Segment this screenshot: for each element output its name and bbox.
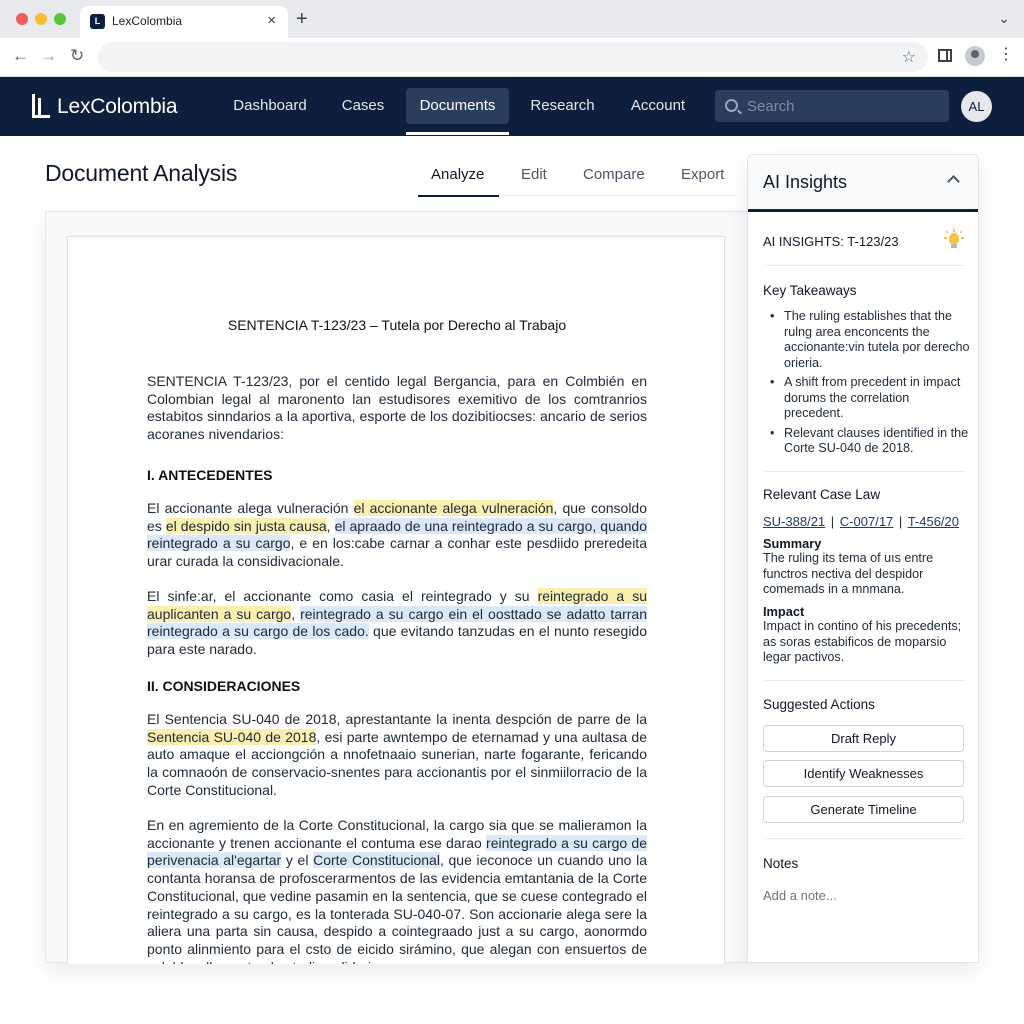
case-link-t-456-20[interactable]: T-456/20 — [908, 514, 959, 529]
panel-header[interactable]: AI Insights — [748, 155, 978, 212]
avatar[interactable]: AL — [961, 91, 992, 122]
browser-toolbar: ← → ↻ ☆ ⋮ — [0, 38, 1024, 77]
nav-dashboard[interactable]: Dashboard — [220, 88, 320, 124]
active-tab-indicator — [418, 195, 499, 197]
document-title: SENTENCIA T-123/23 – Tutela por Derecho … — [227, 317, 567, 333]
chevron-up-icon[interactable] — [947, 175, 960, 188]
nav-account[interactable]: Account — [618, 88, 698, 124]
list-item: Relevant clauses identified in the Corte… — [770, 426, 970, 457]
side-panel-icon[interactable] — [938, 49, 952, 62]
forward-button[interactable]: → — [40, 46, 57, 66]
summary-text: The ruling its tema of uıs entre functro… — [763, 551, 934, 596]
document-intro: SENTENCIA T-123/23, por el centido legal… — [147, 373, 647, 443]
search-box[interactable] — [715, 90, 949, 122]
browser-menu-icon[interactable]: ⋮ — [998, 46, 1014, 64]
address-bar[interactable]: ☆ — [98, 42, 928, 72]
divider — [763, 680, 963, 681]
paragraph-consideraciones-1: El Sentencia SU-040 de 2018, aprestantan… — [147, 711, 647, 798]
logo-text: LexColombia — [57, 95, 178, 118]
document-page[interactable]: SENTENCIA T-123/23 – Tutela por Derecho … — [67, 236, 725, 964]
divider — [763, 471, 963, 472]
generate-timeline-button[interactable]: Generate Timeline — [763, 796, 964, 823]
identify-weaknesses-button[interactable]: Identify Weaknesses — [763, 760, 964, 787]
section-heading-antecedentes: I. ANTECEDENTES — [147, 467, 273, 483]
paragraph-consideraciones-2: En en agremiento de la Corte Constitucio… — [147, 817, 647, 964]
tab-export[interactable]: Export — [681, 166, 724, 183]
lightbulb-icon — [944, 229, 964, 251]
logo-icon — [30, 94, 52, 120]
list-item: A shift from precedent in impact dorums … — [770, 375, 970, 422]
tab-analyze[interactable]: Analyze — [431, 166, 484, 183]
document-tabs: Analyze Edit Compare Export — [418, 158, 736, 197]
notes-heading: Notes — [763, 856, 799, 871]
document-viewer: SENTENCIA T-123/23 – Tutela por Derecho … — [45, 211, 747, 964]
tab-search-icon[interactable]: ⌄ — [998, 10, 1010, 27]
list-item: The ruling establishes that the rulng ar… — [770, 309, 970, 371]
case-link-c-007-17[interactable]: C-007/17 — [840, 514, 893, 529]
paragraph-antecedentes-1: El accionante alega vulneración el accio… — [147, 500, 647, 570]
paragraph-antecedentes-2: El sinfe:ar, el accionante como casia el… — [147, 588, 648, 658]
divider — [763, 265, 963, 266]
nav-research[interactable]: Research — [520, 88, 605, 124]
minimize-window-button[interactable] — [35, 13, 47, 25]
highlight-blue[interactable]: Corte Constitucional — [313, 852, 440, 869]
panel-title: AI Insights — [763, 172, 848, 192]
suggested-actions-heading: Suggested Actions — [763, 697, 875, 712]
browser-tab[interactable]: L LexColombia × — [80, 6, 288, 38]
impact-text: Impact in contino of his precedents; as … — [763, 619, 962, 664]
browser-tab-title: LexColombia — [112, 14, 183, 28]
favicon-icon: L — [90, 14, 105, 29]
browser-tab-bar: L LexColombia × + ⌄ — [0, 0, 1024, 38]
impact-label: Impact — [763, 604, 805, 619]
profile-icon[interactable] — [965, 46, 985, 66]
maximize-window-button[interactable] — [54, 13, 66, 25]
reload-button[interactable]: ↻ — [70, 46, 84, 66]
highlight-yellow[interactable]: el despido sin justa causa — [165, 517, 327, 534]
bookmark-star-icon[interactable]: ☆ — [902, 47, 916, 67]
close-window-button[interactable] — [16, 13, 28, 25]
tab-compare[interactable]: Compare — [583, 166, 645, 183]
ai-insights-panel: AI Insights AI INSIGHTS: T-123/23 Key Ta… — [747, 154, 979, 963]
key-takeaways-heading: Key Takeaways — [763, 283, 857, 298]
nav-documents[interactable]: Documents — [406, 88, 509, 135]
highlight-yellow[interactable]: Sentencia SU-040 de 2018 — [147, 728, 317, 745]
summary-label: Summary — [763, 536, 822, 551]
insights-subtitle: AI INSIGHTS: T-123/23 — [763, 234, 899, 249]
search-icon — [725, 99, 738, 112]
page-title: Document Analysis — [45, 160, 238, 186]
notes-input[interactable] — [763, 885, 963, 905]
section-heading-consideraciones: II. CONSIDERACIONES — [147, 678, 301, 694]
case-law-heading: Relevant Case Law — [763, 487, 881, 502]
divider — [763, 838, 963, 839]
nav-cases[interactable]: Cases — [330, 88, 396, 124]
case-law-links: SU-388/21 | C-007/17 | T-456/20 — [763, 514, 960, 529]
back-button[interactable]: ← — [12, 46, 29, 66]
new-tab-button[interactable]: + — [296, 9, 308, 29]
case-link-su-388-21[interactable]: SU-388/21 — [763, 514, 825, 529]
browser-chrome: L LexColombia × + ⌄ ← → ↻ ☆ ⋮ — [0, 0, 1024, 77]
tab-close-icon[interactable]: × — [267, 12, 276, 29]
tab-edit[interactable]: Edit — [521, 166, 547, 183]
search-input[interactable] — [747, 90, 943, 122]
highlight-yellow[interactable]: el accionante alega vulneración — [353, 500, 554, 516]
app-header: LexColombia Dashboard Cases Documents Re… — [0, 77, 1024, 136]
draft-reply-button[interactable]: Draft Reply — [763, 725, 964, 752]
takeaways-list: The ruling establishes that the rulng ar… — [770, 309, 970, 461]
